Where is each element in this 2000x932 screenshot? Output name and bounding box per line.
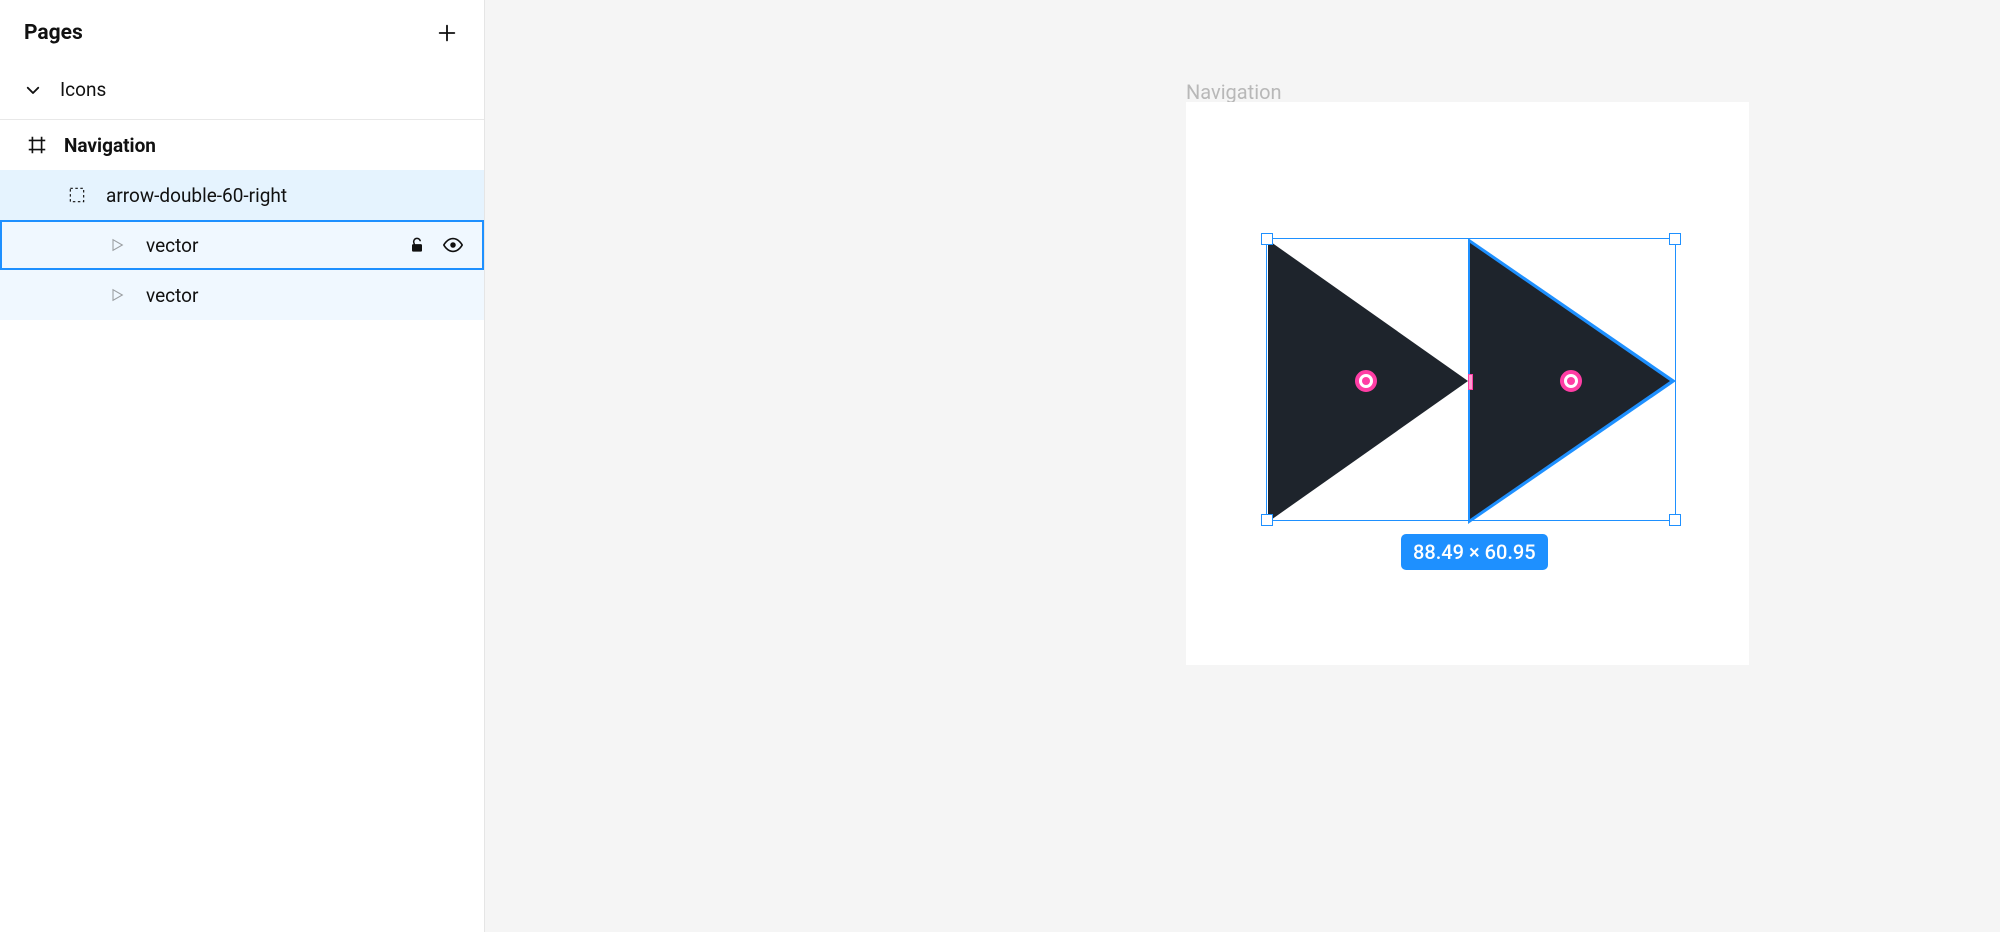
add-page-button[interactable] bbox=[434, 20, 460, 46]
layer-frame-navigation[interactable]: Navigation bbox=[0, 120, 484, 170]
plus-icon bbox=[436, 22, 458, 44]
layers-panel: Pages Icons Navigation arrow-double-60-r… bbox=[0, 0, 485, 932]
anchor-point-icon[interactable] bbox=[1355, 370, 1377, 392]
anchor-point-icon[interactable] bbox=[1560, 370, 1582, 392]
unlock-button[interactable] bbox=[406, 234, 428, 256]
group-icon bbox=[64, 182, 90, 208]
pages-header-label: Pages bbox=[24, 21, 83, 45]
layer-label: vector bbox=[146, 234, 198, 257]
layer-label: Navigation bbox=[64, 134, 156, 157]
vector-icon bbox=[104, 232, 130, 258]
layer-label: vector bbox=[146, 284, 198, 307]
vector-icon bbox=[104, 282, 130, 308]
snap-indicator-icon bbox=[1468, 374, 1473, 390]
canvas-frame-label[interactable]: Navigation bbox=[1186, 80, 1282, 104]
canvas[interactable]: Navigation 88.49 × 60.95 bbox=[485, 0, 2000, 932]
layer-vector-2[interactable]: vector bbox=[0, 270, 484, 320]
dimension-badge: 88.49 × 60.95 bbox=[1401, 534, 1548, 570]
layer-row-actions bbox=[406, 234, 464, 256]
frame-icon bbox=[24, 132, 50, 158]
pages-header: Pages bbox=[0, 0, 484, 66]
visibility-button[interactable] bbox=[442, 234, 464, 256]
layer-group-arrow-double[interactable]: arrow-double-60-right bbox=[0, 170, 484, 220]
layer-label: arrow-double-60-right bbox=[106, 184, 287, 207]
page-row-icons[interactable]: Icons bbox=[0, 66, 484, 119]
check-icon bbox=[24, 81, 42, 99]
page-name-label: Icons bbox=[60, 78, 106, 101]
layer-vector-1[interactable]: vector bbox=[0, 220, 484, 270]
